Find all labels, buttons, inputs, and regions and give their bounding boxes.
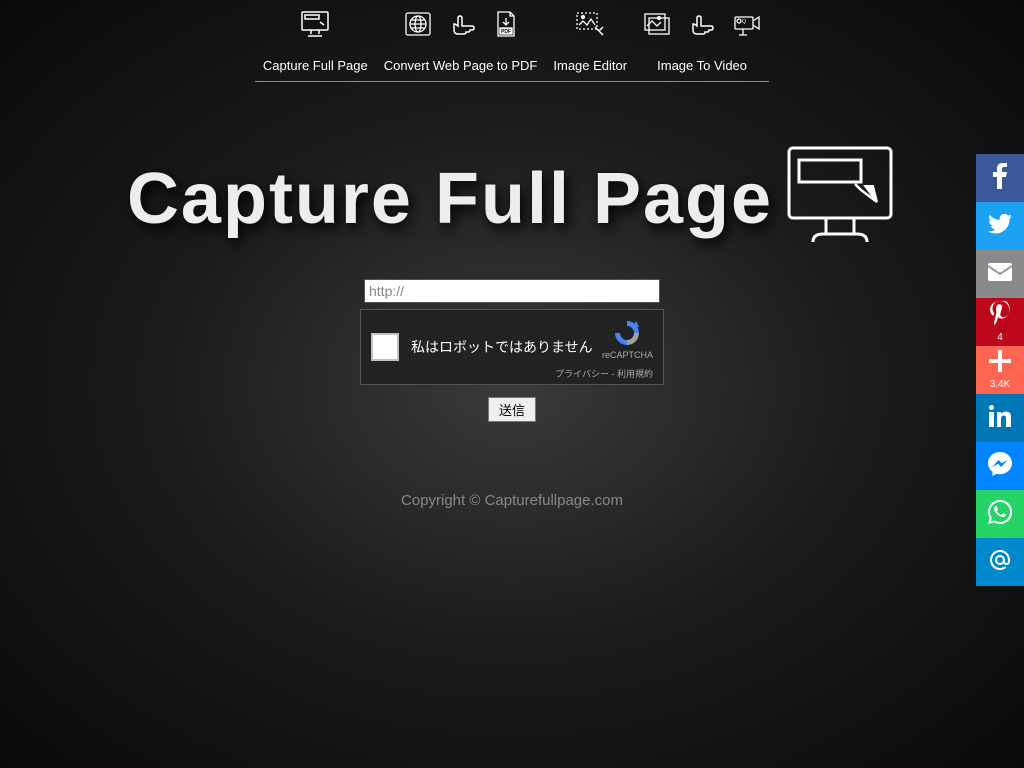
envelope-icon	[988, 263, 1012, 286]
hand-point-icon	[689, 12, 715, 41]
share-linkedin[interactable]	[976, 394, 1024, 442]
url-input[interactable]	[364, 279, 660, 303]
twitter-icon	[988, 214, 1012, 239]
addthis-count: 3.4K	[990, 379, 1011, 390]
share-pinterest[interactable]: 4	[976, 298, 1024, 346]
whatsapp-icon	[988, 500, 1012, 529]
picture-icon	[643, 12, 671, 41]
recaptcha-widget: 私はロボットではありません reCAPTCHA プライバシー - 利用規約	[360, 309, 664, 385]
nav-label: Image To Video	[657, 58, 747, 73]
hero-section: Capture Full Page	[0, 142, 1024, 255]
hand-point-icon	[450, 12, 476, 41]
capture-form: 私はロボットではありません reCAPTCHA プライバシー - 利用規約 送信	[0, 279, 1024, 422]
svg-text:PDF: PDF	[501, 29, 511, 35]
nav-label: Convert Web Page to PDF	[384, 58, 538, 73]
linkedin-icon	[989, 405, 1011, 432]
nav-image-to-video[interactable]: Q Image To Video	[635, 10, 769, 82]
share-twitter[interactable]	[976, 202, 1024, 250]
recaptcha-logo: reCAPTCHA	[602, 318, 653, 360]
pinterest-count: 4	[997, 332, 1003, 343]
nav-capture-full-page[interactable]: Capture Full Page	[255, 10, 376, 82]
nav-label: Capture Full Page	[263, 58, 368, 73]
pinterest-icon	[990, 301, 1010, 330]
top-nav: Capture Full Page	[0, 0, 1024, 82]
share-facebook[interactable]	[976, 154, 1024, 202]
share-email[interactable]	[976, 250, 1024, 298]
image-edit-icon	[575, 11, 605, 42]
share-whatsapp[interactable]	[976, 490, 1024, 538]
footer-copyright: Copyright © Capturefullpage.com	[0, 492, 1024, 509]
facebook-icon	[993, 163, 1007, 194]
plus-icon	[989, 350, 1011, 377]
monitor-icon	[300, 10, 330, 43]
recaptcha-checkbox[interactable]	[371, 333, 399, 361]
globe-icon	[404, 11, 432, 42]
recaptcha-brand: reCAPTCHA	[602, 350, 653, 360]
nav-label: Image Editor	[553, 58, 627, 73]
page-title: Capture Full Page	[127, 158, 773, 240]
svg-text:Q: Q	[742, 19, 746, 25]
recaptcha-privacy-terms[interactable]: プライバシー - 利用規約	[555, 367, 653, 380]
messenger-icon	[988, 452, 1012, 481]
recaptcha-label: 私はロボットではありません	[411, 338, 593, 356]
share-messenger[interactable]	[976, 442, 1024, 490]
pdf-icon: PDF	[494, 10, 518, 43]
monitor-large-icon	[783, 142, 897, 255]
recaptcha-icon	[612, 318, 642, 348]
nav-convert-pdf[interactable]: PDF Convert Web Page to PDF	[376, 10, 546, 82]
share-addthis[interactable]: 3.4K	[976, 346, 1024, 394]
share-mailru[interactable]	[976, 538, 1024, 586]
video-camera-icon: Q	[733, 11, 761, 42]
nav-image-editor[interactable]: Image Editor	[545, 10, 635, 82]
submit-button[interactable]: 送信	[488, 397, 536, 422]
social-share-bar: 4 3.4K	[976, 154, 1024, 586]
at-sign-icon	[988, 548, 1012, 577]
